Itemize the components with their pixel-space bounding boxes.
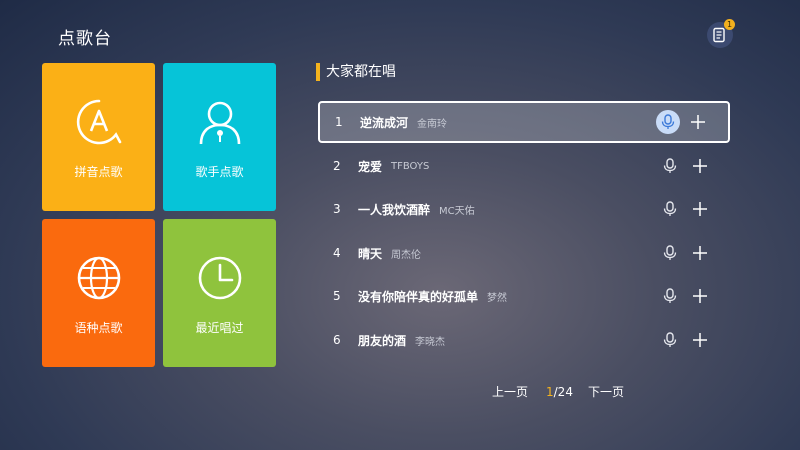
add-song-icon[interactable] — [692, 201, 708, 217]
song-row[interactable]: 6 朋友的酒 李晓杰 — [318, 319, 730, 361]
globe-icon — [77, 256, 120, 300]
tile-singer-search[interactable]: 歌手点歌 — [163, 63, 276, 211]
tile-label: 歌手点歌 — [195, 165, 244, 179]
song-title: 宠爱 — [358, 159, 383, 174]
tile-label: 拼音点歌 — [74, 165, 123, 179]
microphone-icon — [663, 245, 677, 260]
song-number: 1 — [335, 115, 343, 129]
song-title: 晴天 — [358, 246, 383, 261]
microphone-icon — [661, 114, 675, 129]
song-artist: 金南玲 — [417, 118, 448, 130]
sing-button[interactable] — [658, 284, 682, 308]
song-number: 3 — [333, 202, 341, 216]
tile-recently-sung[interactable]: 最近唱过 — [163, 219, 276, 367]
singer-icon — [199, 101, 240, 145]
tile-label: 最近唱过 — [195, 321, 244, 335]
current-page: 1 — [546, 385, 554, 399]
song-artist: MC天佑 — [439, 205, 475, 217]
song-number: 5 — [333, 289, 341, 303]
tile-language-search[interactable]: 语种点歌 — [42, 219, 155, 367]
microphone-icon — [663, 288, 677, 303]
song-title: 逆流成河 — [360, 115, 409, 130]
add-song-icon[interactable] — [692, 288, 708, 304]
song-row[interactable]: 3 一人我饮酒醉 MC天佑 — [318, 188, 730, 230]
tile-label: 语种点歌 — [74, 321, 123, 335]
clock-icon — [198, 256, 241, 300]
song-row[interactable]: 4 晴天 周杰伦 — [318, 232, 730, 274]
sing-button[interactable] — [658, 154, 682, 178]
section-accent-bar — [316, 63, 320, 81]
song-row[interactable]: 5 没有你陪伴真的好孤单 梦然 — [318, 275, 730, 317]
prev-page-button[interactable]: 上一页 — [492, 384, 528, 400]
page-indicator: 1/24 — [546, 384, 573, 400]
song-number: 6 — [333, 333, 341, 347]
song-title: 一人我饮酒醉 — [358, 202, 431, 217]
song-artist: 周杰伦 — [391, 249, 422, 261]
add-song-icon[interactable] — [692, 158, 708, 174]
song-row[interactable]: 2 宠爱 TFBOYS — [318, 145, 730, 187]
tile-pinyin-search[interactable]: 拼音点歌 — [42, 63, 155, 211]
sing-button[interactable] — [658, 328, 682, 352]
microphone-icon — [663, 201, 677, 216]
song-number: 2 — [333, 159, 341, 173]
add-song-icon[interactable] — [692, 332, 708, 348]
song-list-button[interactable]: 1 — [707, 19, 735, 48]
next-page-button[interactable]: 下一页 — [588, 384, 624, 400]
sing-button[interactable] — [658, 241, 682, 265]
song-artist: 梦然 — [487, 292, 508, 304]
total-pages: /24 — [553, 385, 573, 399]
add-song-icon[interactable] — [692, 245, 708, 261]
song-title: 朋友的酒 — [358, 333, 407, 348]
song-row[interactable]: 1 逆流成河 金南玲 — [318, 101, 730, 143]
page-title: 点歌台 — [58, 29, 112, 49]
notification-badge: 1 — [724, 19, 735, 30]
add-song-icon[interactable] — [690, 114, 706, 130]
microphone-icon — [663, 332, 677, 347]
song-list-icon — [713, 27, 725, 43]
microphone-icon — [663, 158, 677, 173]
song-artist: 李晓杰 — [415, 336, 446, 348]
sing-button[interactable] — [656, 110, 680, 134]
section-title: 大家都在唱 — [326, 64, 396, 80]
song-number: 4 — [333, 246, 341, 260]
song-title: 没有你陪伴真的好孤单 — [358, 289, 479, 304]
song-artist: TFBOYS — [391, 160, 430, 172]
sing-button[interactable] — [658, 197, 682, 221]
pinyin-a-icon — [76, 99, 121, 145]
